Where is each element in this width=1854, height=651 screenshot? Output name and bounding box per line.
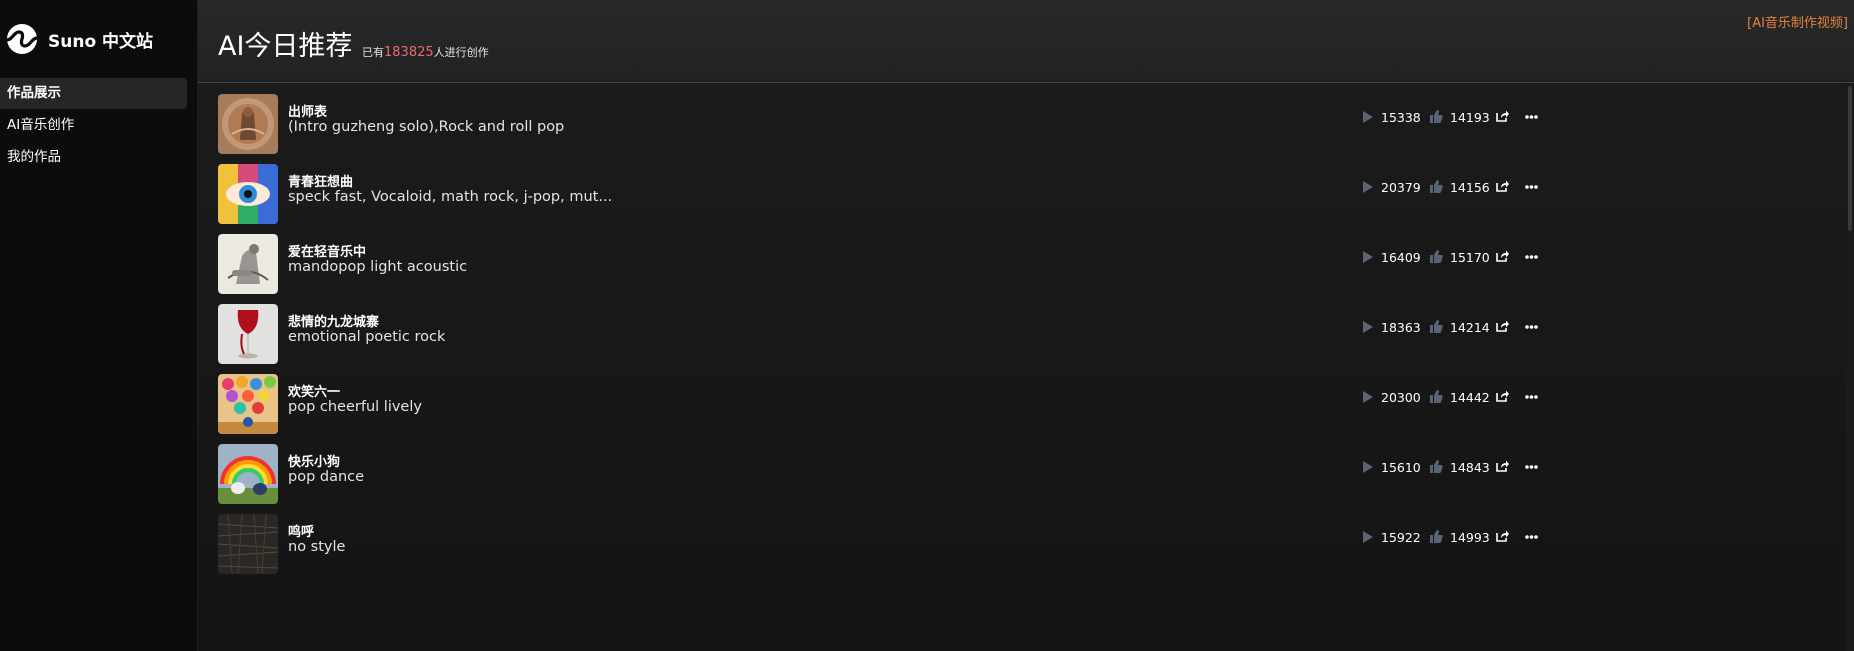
song-style: pop cheerful lively bbox=[288, 399, 422, 415]
share-icon[interactable] bbox=[1496, 530, 1509, 542]
scrollbar-thumb[interactable] bbox=[1848, 86, 1852, 231]
play-icon[interactable] bbox=[1362, 181, 1373, 193]
more-options-icon[interactable] bbox=[1525, 535, 1538, 539]
thumbs-up-icon[interactable] bbox=[1430, 390, 1443, 403]
like-count: 14214 bbox=[1450, 320, 1490, 335]
brand-name: Suno 中文站 bbox=[48, 31, 154, 52]
share-icon[interactable] bbox=[1496, 320, 1509, 332]
play-icon[interactable] bbox=[1362, 251, 1373, 263]
play-icon[interactable] bbox=[1362, 391, 1373, 403]
nav-item-ai-music-creation[interactable]: AI音乐创作 bbox=[0, 110, 187, 141]
play-icon[interactable] bbox=[1362, 461, 1373, 473]
main-content: AI今日推荐 已有183825人进行创作 [AI音乐制作视频] 出师表 (Int… bbox=[198, 0, 1854, 651]
page-title: AI今日推荐 bbox=[218, 31, 353, 62]
more-options-icon[interactable] bbox=[1525, 395, 1538, 399]
play-count: 20300 bbox=[1381, 390, 1421, 405]
share-icon[interactable] bbox=[1496, 250, 1509, 262]
more-options-icon[interactable] bbox=[1525, 115, 1538, 119]
song-title[interactable]: 快乐小狗 bbox=[288, 451, 340, 470]
song-title[interactable]: 爱在轻音乐中 bbox=[288, 241, 366, 260]
play-icon[interactable] bbox=[1362, 111, 1373, 123]
like-count: 15170 bbox=[1450, 250, 1490, 265]
play-icon[interactable] bbox=[1362, 531, 1373, 543]
stats-suffix: 人进行创作 bbox=[433, 46, 489, 59]
play-count: 15610 bbox=[1381, 460, 1421, 475]
song-title[interactable]: 悲情的九龙城寨 bbox=[288, 311, 379, 330]
brand[interactable]: Suno 中文站 bbox=[0, 0, 197, 78]
song-title[interactable]: 青春狂想曲 bbox=[288, 171, 353, 190]
thumbs-up-icon[interactable] bbox=[1430, 460, 1443, 473]
more-options-icon[interactable] bbox=[1525, 185, 1538, 189]
thumbs-up-icon[interactable] bbox=[1430, 180, 1443, 193]
song-cover-image[interactable] bbox=[218, 234, 278, 294]
song-row[interactable]: 鸣呼 no style 15922 14993 bbox=[198, 503, 1854, 586]
page-header: AI今日推荐 已有183825人进行创作 [AI音乐制作视频] bbox=[198, 0, 1854, 83]
sidebar-nav: 作品展示 AI音乐创作 我的作品 bbox=[0, 78, 197, 173]
song-style: mandopop light acoustic bbox=[288, 259, 468, 275]
like-count: 14193 bbox=[1450, 110, 1490, 125]
play-icon[interactable] bbox=[1362, 321, 1373, 333]
more-options-icon[interactable] bbox=[1525, 465, 1538, 469]
thumbs-up-icon[interactable] bbox=[1430, 320, 1443, 333]
song-cover-image[interactable] bbox=[218, 514, 278, 574]
creator-stats: 已有183825人进行创作 bbox=[362, 44, 489, 60]
song-cover-image[interactable] bbox=[218, 164, 278, 224]
share-icon[interactable] bbox=[1496, 180, 1509, 192]
song-style: pop dance bbox=[288, 469, 365, 485]
thumbs-up-icon[interactable] bbox=[1430, 250, 1443, 263]
play-count: 18363 bbox=[1381, 320, 1421, 335]
song-title[interactable]: 鸣呼 bbox=[288, 521, 314, 540]
sidebar: Suno 中文站 作品展示 AI音乐创作 我的作品 bbox=[0, 0, 198, 651]
thumbs-up-icon[interactable] bbox=[1430, 530, 1443, 543]
play-count: 15922 bbox=[1381, 530, 1421, 545]
song-style: no style bbox=[288, 539, 346, 555]
song-style: (Intro guzheng solo),Rock and roll pop bbox=[288, 119, 565, 135]
thumbs-up-icon[interactable] bbox=[1430, 110, 1443, 123]
song-style: speck fast, Vocaloid, math rock, j-pop, … bbox=[288, 189, 613, 205]
song-title[interactable]: 出师表 bbox=[288, 101, 327, 120]
ai-music-video-link[interactable]: [AI音乐制作视频] bbox=[1747, 12, 1848, 31]
like-count: 14442 bbox=[1450, 390, 1490, 405]
creator-count: 183825 bbox=[384, 45, 434, 60]
song-cover-image[interactable] bbox=[218, 94, 278, 154]
song-title[interactable]: 欢笑六一 bbox=[288, 381, 340, 400]
stats-prefix: 已有 bbox=[362, 46, 384, 59]
like-count: 14843 bbox=[1450, 460, 1490, 475]
play-count: 15338 bbox=[1381, 110, 1421, 125]
song-cover-image[interactable] bbox=[218, 374, 278, 434]
share-icon[interactable] bbox=[1496, 110, 1509, 122]
song-style: emotional poetic rock bbox=[288, 329, 446, 345]
more-options-icon[interactable] bbox=[1525, 325, 1538, 329]
nav-item-my-works[interactable]: 我的作品 bbox=[0, 142, 187, 173]
like-count: 14993 bbox=[1450, 530, 1490, 545]
more-options-icon[interactable] bbox=[1525, 255, 1538, 259]
song-cover-image[interactable] bbox=[218, 444, 278, 504]
share-icon[interactable] bbox=[1496, 460, 1509, 472]
suno-logo-icon bbox=[6, 24, 38, 54]
nav-item-showcase[interactable]: 作品展示 bbox=[0, 78, 187, 109]
play-count: 20379 bbox=[1381, 180, 1421, 195]
song-cover-image[interactable] bbox=[218, 304, 278, 364]
play-count: 16409 bbox=[1381, 250, 1421, 265]
like-count: 14156 bbox=[1450, 180, 1490, 195]
share-icon[interactable] bbox=[1496, 390, 1509, 402]
